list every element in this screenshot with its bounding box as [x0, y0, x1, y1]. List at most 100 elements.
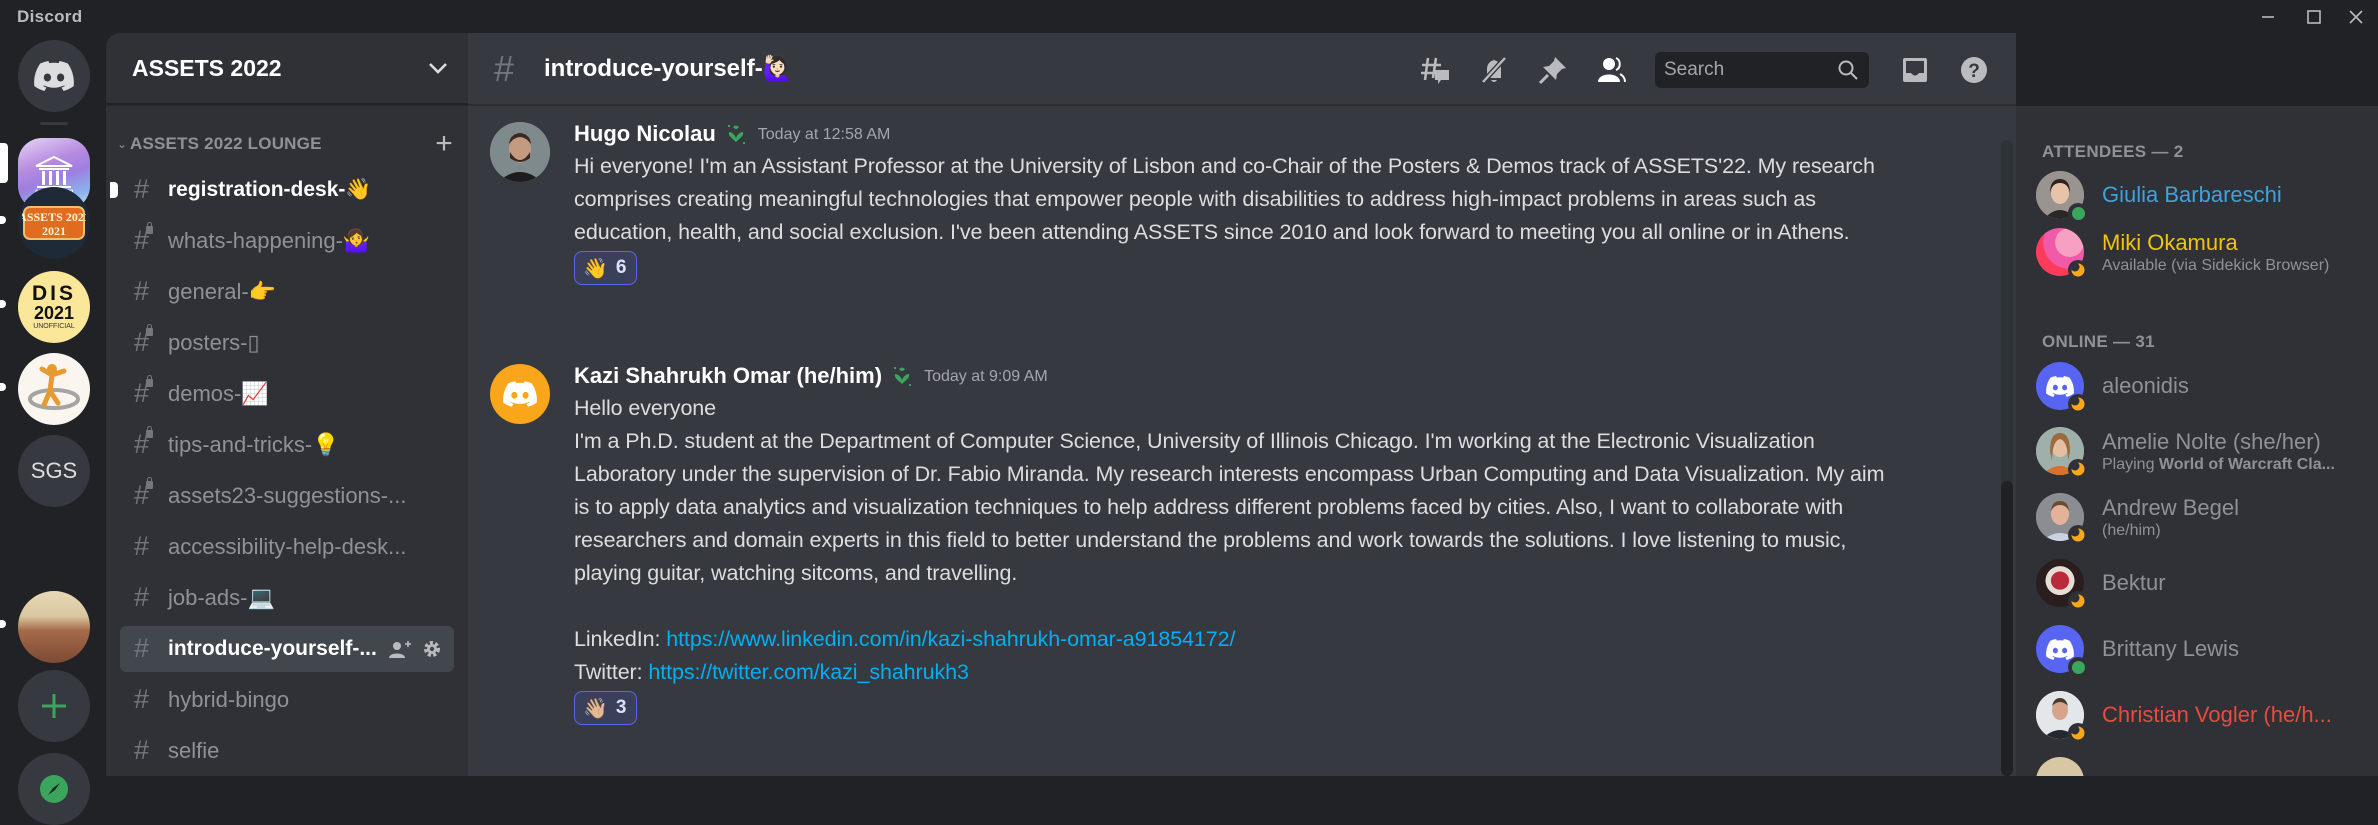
- status-idle: [2068, 459, 2088, 479]
- server-sgs[interactable]: SGS: [18, 435, 90, 507]
- unread-pill: [0, 216, 6, 224]
- author-name[interactable]: Hugo Nicolau: [574, 121, 716, 147]
- channel-introduce-yourself[interactable]: # introduce-yourself-...: [120, 626, 454, 672]
- svg-text:ASSETS 2021: ASSETS 2021: [22, 210, 86, 224]
- author-name[interactable]: Kazi Shahrukh Omar (he/him): [574, 363, 882, 389]
- members-group-attendees: ATTENDEES — 2: [2042, 142, 2184, 161]
- moon-icon: [2071, 397, 2085, 411]
- minimize-button[interactable]: [2250, 4, 2286, 30]
- sgs-server-icon: SGS: [30, 458, 78, 483]
- linkedin-link[interactable]: https://www.linkedin.com/in/kazi-shahruk…: [666, 627, 1235, 651]
- channel-general[interactable]: # general-👉: [120, 269, 454, 315]
- text-channel-icon: #: [494, 47, 515, 89]
- explore-servers-button[interactable]: [18, 753, 90, 825]
- member-giulia-barbareschi[interactable]: Giulia Barbareschi: [2036, 166, 2376, 224]
- channel-name: registration-desk-👋: [168, 178, 372, 201]
- member-name: Christian Vogler (he/h...: [2102, 702, 2332, 727]
- member-partial[interactable]: [2036, 752, 2376, 776]
- channel-name: hybrid-bingo: [168, 687, 290, 712]
- category-assets-2022-lounge[interactable]: ⌄ ASSETS 2022 LOUNGE +: [114, 129, 464, 159]
- channel-sidebar: ASSETS 2022 ⌄ ASSETS 2022 LOUNGE + # reg…: [106, 33, 468, 776]
- channel-selfie[interactable]: # selfie: [120, 728, 454, 774]
- channel-name: whats-happening-🤷‍♀️: [168, 228, 371, 253]
- channel-accessibility-help-desk[interactable]: # accessibility-help-desk...: [120, 524, 454, 570]
- unread-pill: [0, 383, 6, 391]
- channel-name: tips-and-tricks-💡: [168, 432, 340, 457]
- threads-icon: [1421, 57, 1449, 84]
- channel-hybrid-bingo[interactable]: # hybrid-bingo: [120, 677, 454, 723]
- channel-tips-and-tricks[interactable]: # tips-and-tricks-💡: [120, 422, 454, 468]
- member-andrew-begel[interactable]: Andrew Begel (he/him): [2036, 488, 2376, 546]
- status-online: [2068, 203, 2088, 223]
- category-label: ASSETS 2022 LOUNGE: [130, 134, 322, 153]
- member-aleonidis[interactable]: aleonidis: [2036, 357, 2376, 415]
- text-channel-icon: #: [134, 581, 150, 612]
- text-channel-icon: #: [134, 275, 150, 306]
- reaction-count: 3: [615, 697, 627, 718]
- inbox-icon: [1903, 57, 1927, 82]
- invite-member-icon[interactable]: [388, 639, 412, 659]
- member-christian-vogler[interactable]: Christian Vogler (he/h...: [2036, 686, 2376, 744]
- timestamp: Today at 12:58 AM: [757, 126, 891, 143]
- pinned-messages-button[interactable]: [1533, 50, 1573, 90]
- server-dis-2021[interactable]: DIS 2021 UNOFFICIAL: [18, 271, 90, 343]
- home-button[interactable]: [18, 40, 90, 112]
- member-list: ATTENDEES — 2 Giulia Barbareschi Miki Ok…: [2016, 106, 2378, 776]
- channel-assets23-suggestions[interactable]: # assets23-suggestions-...: [120, 473, 454, 519]
- server-landscape[interactable]: [18, 591, 90, 663]
- guild-header[interactable]: ASSETS 2022: [106, 33, 468, 105]
- status-idle: [2068, 591, 2088, 611]
- channel-title: introduce-yourself-🙋🏻‍♀️: [544, 55, 793, 82]
- members-group-online: ONLINE — 31: [2042, 332, 2155, 351]
- dis-year: 2021: [33, 302, 75, 323]
- default-discord-avatar-icon: [503, 381, 537, 407]
- threads-button[interactable]: [1415, 50, 1455, 90]
- create-channel-icon[interactable]: +: [424, 129, 464, 159]
- add-server-button[interactable]: [18, 670, 90, 742]
- close-button[interactable]: [2338, 4, 2374, 30]
- svg-text:?: ?: [1968, 61, 1980, 82]
- channel-demos[interactable]: # demos-📈: [120, 371, 454, 417]
- server-assets-2021[interactable]: ASSETS 2021 2021: [18, 187, 90, 259]
- member-bektur[interactable]: Bektur: [2036, 554, 2376, 612]
- minimize-icon: [2262, 16, 2274, 18]
- notification-settings-button[interactable]: [1474, 50, 1514, 90]
- lock-icon: [146, 477, 153, 489]
- channel-whats-happening[interactable]: # whats-happening-🤷‍♀️: [120, 218, 454, 264]
- reaction-wave[interactable]: 👋 6: [574, 251, 638, 285]
- member-amelie-nolte[interactable]: Amelie Nolte (she/her) Playing World of …: [2036, 422, 2376, 480]
- member-miki-okamura[interactable]: Miki Okamura Available (via Sidekick Bro…: [2036, 223, 2376, 281]
- status-idle: [2068, 394, 2088, 414]
- person-ring-server-icon: [28, 364, 80, 410]
- member-list-button[interactable]: [1592, 50, 1632, 90]
- member-name: Giulia Barbareschi: [2102, 182, 2282, 207]
- inbox-button[interactable]: [1895, 50, 1935, 90]
- gear-icon[interactable]: [422, 639, 442, 659]
- avatar: [2036, 757, 2084, 776]
- message-content: Hi everyone! I'm an Assistant Professor …: [574, 154, 1875, 244]
- avatar-kazi-shahrukh-omar[interactable]: [490, 364, 550, 424]
- channel-job-ads[interactable]: # job-ads-💻: [120, 575, 454, 621]
- search-input[interactable]: Search: [1655, 51, 1869, 88]
- text-channel-icon: #: [134, 632, 150, 663]
- channel-name: assets23-suggestions-...: [168, 483, 407, 508]
- avatar-hugo-nicolau[interactable]: [490, 122, 550, 182]
- reaction-wave[interactable]: 👋🏼 3: [574, 691, 638, 725]
- title-bar: Discord: [0, 0, 2378, 33]
- channel-posters[interactable]: # posters-▯: [120, 320, 454, 366]
- server-person-ring[interactable]: [18, 353, 90, 425]
- status-idle: [2068, 723, 2088, 743]
- channel-name: posters-▯: [168, 330, 260, 355]
- member-brittany-lewis[interactable]: Brittany Lewis: [2036, 620, 2376, 678]
- default-discord-avatar-icon: [2046, 638, 2074, 660]
- chat-scrollbar-thumb[interactable]: [2001, 481, 2013, 776]
- channel-registration-desk[interactable]: # registration-desk-👋: [110, 167, 454, 213]
- maximize-button[interactable]: [2296, 4, 2332, 30]
- member-name: Andrew Begel: [2102, 494, 2239, 520]
- member-activity: Playing World of Warcraft Cla...: [2102, 456, 2335, 474]
- help-button[interactable]: ?: [1954, 50, 1994, 90]
- moon-icon: [2071, 528, 2085, 542]
- guild-name: ASSETS 2022: [132, 54, 282, 81]
- member-activity: Available (via Sidekick Browser): [2102, 256, 2330, 274]
- twitter-link[interactable]: https://twitter.com/kazi_shahrukh3: [648, 660, 969, 684]
